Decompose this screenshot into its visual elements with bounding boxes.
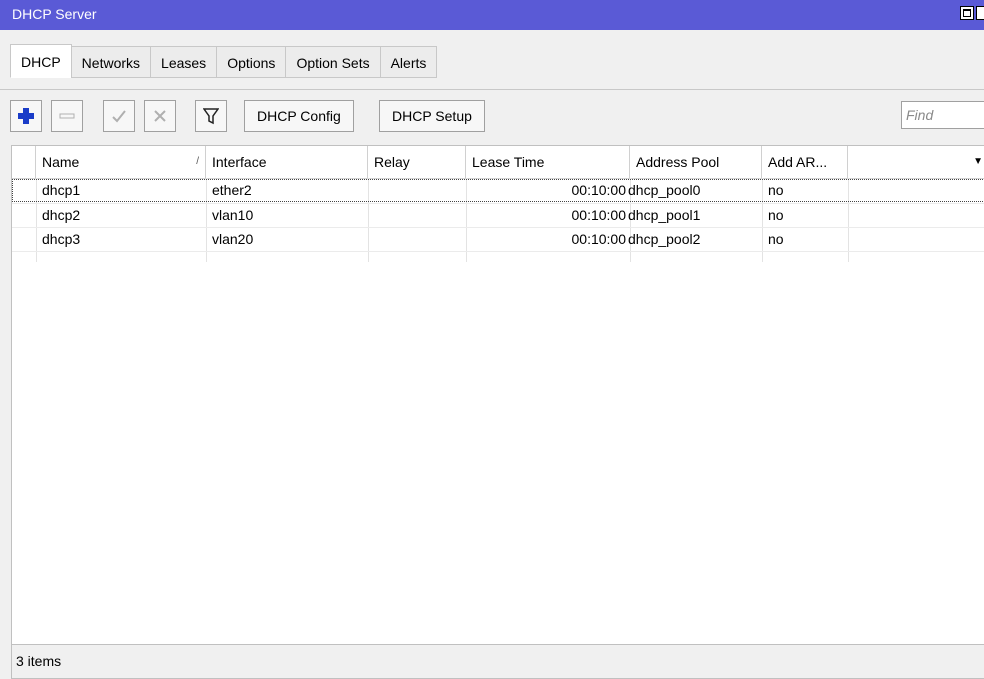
chevron-down-icon[interactable]: ▼	[973, 146, 983, 178]
cell-relay	[368, 179, 466, 202]
cell-lease-time: 00:10:00	[571, 207, 627, 223]
cell-name: dhcp1	[42, 182, 81, 198]
cell-add-arp: no	[768, 231, 784, 247]
filter-button[interactable]	[195, 100, 227, 132]
table-row[interactable]: dhcp3 vlan20 00:10:00 dhcp_pool2 no	[12, 228, 984, 251]
tab-option-sets[interactable]: Option Sets	[285, 46, 381, 78]
x-icon	[154, 110, 166, 122]
filter-icon	[203, 108, 219, 125]
window-title: DHCP Server	[12, 6, 97, 22]
cell-name: dhcp2	[42, 207, 81, 223]
column-header-extra[interactable]: ▼	[848, 146, 984, 178]
column-header-address-pool[interactable]: Address Pool	[630, 146, 762, 178]
maximize-icon[interactable]	[960, 6, 974, 20]
header-spacer	[12, 146, 36, 178]
cell-relay	[368, 228, 466, 251]
table-row[interactable]: dhcp1 ether2 00:10:00 dhcp_pool0 no	[12, 179, 984, 202]
table-row[interactable]: dhcp2 vlan10 00:10:00 dhcp_pool1 no	[12, 204, 984, 227]
disable-button[interactable]	[144, 100, 176, 132]
column-header-relay[interactable]: Relay	[368, 146, 466, 178]
column-header-name[interactable]: Name /	[36, 146, 206, 178]
window-titlebar[interactable]: DHCP Server	[0, 0, 984, 30]
cell-interface: vlan10	[212, 207, 254, 223]
column-header-add-arp[interactable]: Add AR...	[762, 146, 848, 178]
tab-networks[interactable]: Networks	[70, 46, 152, 78]
check-icon	[112, 110, 126, 123]
tab-leases[interactable]: Leases	[150, 46, 218, 78]
add-button[interactable]	[10, 100, 42, 132]
cell-address-pool: dhcp_pool2	[628, 231, 701, 247]
cell-address-pool: dhcp_pool0	[628, 182, 701, 198]
plus-icon	[18, 108, 34, 124]
cell-name: dhcp3	[42, 231, 81, 247]
cell-address-pool: dhcp_pool1	[628, 207, 701, 223]
dhcp-config-button[interactable]: DHCP Config	[244, 100, 354, 132]
remove-button[interactable]	[51, 100, 83, 132]
column-header-interface[interactable]: Interface	[206, 146, 368, 178]
cell-interface: vlan20	[212, 231, 254, 247]
cell-add-arp: no	[768, 182, 784, 198]
cell-relay	[368, 204, 466, 227]
sort-indicator-icon: /	[196, 156, 199, 167]
minus-icon	[59, 113, 75, 119]
close-icon[interactable]	[976, 6, 984, 20]
item-count: 3 items	[16, 653, 62, 669]
column-header-lease-time[interactable]: Lease Time	[466, 146, 630, 178]
dhcp-server-table: Name / Interface Relay Lease Time Addres…	[11, 145, 984, 645]
tab-dhcp[interactable]: DHCP	[10, 44, 72, 78]
find-input[interactable]	[901, 101, 984, 129]
row-separator	[12, 251, 984, 252]
toolbar: DHCP Config DHCP Setup	[0, 94, 984, 140]
status-bar: 3 items	[11, 645, 984, 679]
tab-bar: DHCP Networks Leases Options Option Sets…	[0, 30, 984, 90]
table-header: Name / Interface Relay Lease Time Addres…	[12, 146, 984, 179]
cell-interface: ether2	[212, 182, 252, 198]
cell-lease-time: 00:10:00	[571, 231, 627, 247]
dhcp-setup-button[interactable]: DHCP Setup	[379, 100, 485, 132]
cell-lease-time: 00:10:00	[571, 182, 627, 198]
tab-alerts[interactable]: Alerts	[379, 46, 438, 78]
tab-options[interactable]: Options	[216, 46, 287, 78]
tab-divider	[0, 89, 984, 90]
cell-add-arp: no	[768, 207, 784, 223]
enable-button[interactable]	[103, 100, 135, 132]
